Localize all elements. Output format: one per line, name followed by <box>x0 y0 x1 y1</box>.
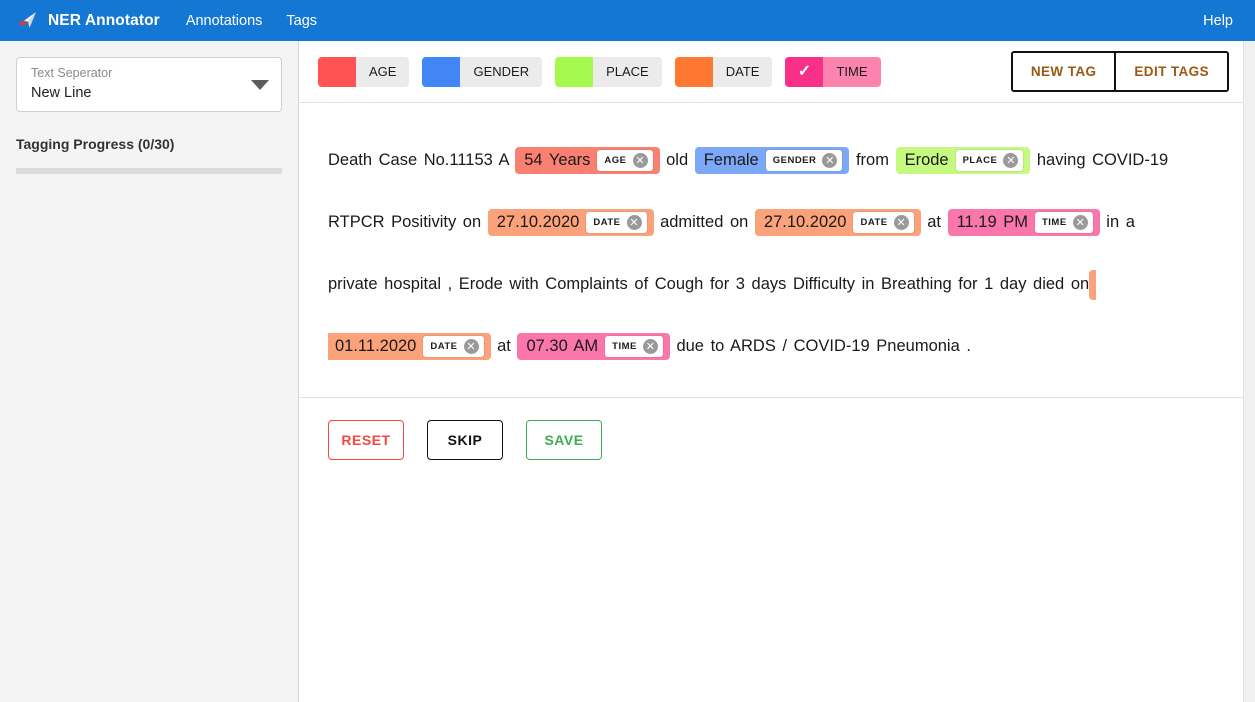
main-panel: AGE GENDER PLACE DATE ✓ TIME NEW TAG EDIT TAG… <box>300 41 1243 702</box>
nav-link-help[interactable]: Help <box>1203 13 1233 29</box>
save-button[interactable]: SAVE <box>526 420 602 460</box>
document-line: private hospital , Erode with Complaints… <box>328 253 1221 315</box>
entity-tag-label: DATE <box>430 341 457 352</box>
entity-text: 27.10.2020 <box>497 213 580 232</box>
tag-color-swatch <box>422 57 460 87</box>
plain-text-token[interactable]: old <box>660 151 695 169</box>
entity-gender[interactable]: Female GENDER ✕ <box>695 147 850 174</box>
tag-chip-age[interactable]: AGE <box>318 57 409 87</box>
entity-badge: DATE ✕ <box>853 212 913 233</box>
entity-remove-button[interactable]: ✕ <box>464 339 479 354</box>
document-line: RTPCR Positivity on 27.10.2020 DATE ✕ admi… <box>328 191 1221 253</box>
tag-chip-label: DATE <box>713 64 773 79</box>
entity-tag-label: PLACE <box>963 155 998 166</box>
check-icon: ✓ <box>798 64 811 80</box>
tag-chip-label: AGE <box>356 64 409 79</box>
tag-chip-label: GENDER <box>460 64 542 79</box>
entity-date[interactable]: 27.10.2020 DATE ✕ <box>755 209 921 236</box>
tag-legend-chips: AGE GENDER PLACE DATE ✓ TIME <box>318 57 894 87</box>
plain-text-token[interactable]: having COVID-19 <box>1030 151 1168 169</box>
reset-button[interactable]: RESET <box>328 420 404 460</box>
annotation-text-area[interactable]: Death Case No.11153 A 54 Years AGE ✕ old F… <box>300 103 1243 398</box>
entity-tag-label: GENDER <box>773 155 817 166</box>
tag-color-swatch: ✓ <box>785 57 823 87</box>
entity-text: 54 Years <box>524 151 590 170</box>
text-separator-select[interactable]: Text Seperator New Line <box>16 57 282 112</box>
app-brand-title: NER Annotator <box>48 12 160 30</box>
entity-fragment-date[interactable] <box>1089 270 1096 300</box>
plain-text-token[interactable]: due to ARDS / COVID-19 Pneumonia . <box>670 337 971 355</box>
document-line: 01.11.2020 DATE ✕ at 07.30 AM TIME ✕ due to … <box>328 315 1221 377</box>
entity-text: 27.10.2020 <box>764 213 847 232</box>
entity-place[interactable]: Erode PLACE ✕ <box>896 147 1031 174</box>
entity-age[interactable]: 54 Years AGE ✕ <box>515 147 659 174</box>
entity-time[interactable]: 07.30 AM TIME ✕ <box>517 333 669 360</box>
plain-text-token[interactable]: private hospital , Erode with Complaints… <box>328 275 1089 293</box>
entity-tag-label: AGE <box>604 155 626 166</box>
document-line: Death Case No.11153 A 54 Years AGE ✕ old F… <box>328 129 1221 191</box>
chevron-down-icon[interactable] <box>251 80 269 90</box>
entity-remove-button[interactable]: ✕ <box>1073 215 1088 230</box>
tag-chip-gender[interactable]: GENDER <box>422 57 542 87</box>
entity-badge: DATE ✕ <box>423 336 483 357</box>
entity-remove-button[interactable]: ✕ <box>1003 153 1018 168</box>
entity-tag-label: TIME <box>1042 217 1067 228</box>
new-tag-button[interactable]: NEW TAG <box>1013 53 1117 90</box>
entity-remove-button[interactable]: ✕ <box>643 339 658 354</box>
top-navbar: NER Annotator Annotations Tags Help <box>0 0 1255 41</box>
tag-color-swatch <box>318 57 356 87</box>
plain-text-token[interactable]: RTPCR Positivity on <box>328 213 488 231</box>
tag-chip-place[interactable]: PLACE <box>555 57 662 87</box>
tag-chip-label: TIME <box>823 64 880 79</box>
action-button-bar: RESET SKIP SAVE <box>300 398 1243 482</box>
tag-chip-time[interactable]: ✓ TIME <box>785 57 880 87</box>
entity-tag-label: DATE <box>593 217 620 228</box>
entity-badge: AGE ✕ <box>597 150 652 171</box>
plain-text-token[interactable]: Death Case No.11153 A <box>328 151 515 169</box>
tag-color-swatch <box>675 57 713 87</box>
plain-text-token[interactable]: at <box>921 213 948 231</box>
tag-button-group: NEW TAG EDIT TAGS <box>1011 51 1229 92</box>
tag-legend-bar: AGE GENDER PLACE DATE ✓ TIME NEW TAG EDIT TAG… <box>300 41 1243 103</box>
entity-time[interactable]: 11.19 PM TIME ✕ <box>948 209 1100 236</box>
vertical-scrollbar[interactable] <box>1243 41 1255 702</box>
entity-text: 07.30 AM <box>526 337 598 356</box>
entity-tag-label: TIME <box>612 341 637 352</box>
nav-link-annotations[interactable]: Annotations <box>186 13 263 29</box>
entity-remove-button[interactable]: ✕ <box>633 153 648 168</box>
plain-text-token[interactable]: in a <box>1100 213 1135 231</box>
entity-badge: TIME ✕ <box>605 336 663 357</box>
entity-badge: PLACE ✕ <box>956 150 1024 171</box>
entity-text: 11.19 PM <box>957 213 1028 232</box>
entity-text: 01.11.2020 <box>335 337 416 356</box>
text-separator-value: New Line <box>31 83 243 103</box>
entity-badge: TIME ✕ <box>1035 212 1093 233</box>
entity-tag-label: DATE <box>860 217 887 228</box>
entity-date[interactable]: 01.11.2020 DATE ✕ <box>328 333 491 360</box>
plain-text-token[interactable]: at <box>491 337 518 355</box>
paper-plane-icon <box>14 8 40 34</box>
entity-badge: DATE ✕ <box>586 212 646 233</box>
annotated-document[interactable]: Death Case No.11153 A 54 Years AGE ✕ old F… <box>328 129 1221 377</box>
entity-text: Erode <box>905 151 949 170</box>
tag-chip-label: PLACE <box>593 64 662 79</box>
nav-link-tags[interactable]: Tags <box>286 13 317 29</box>
entity-badge: GENDER ✕ <box>766 150 843 171</box>
entity-remove-button[interactable]: ✕ <box>822 153 837 168</box>
plain-text-token[interactable]: from <box>849 151 895 169</box>
left-sidebar: Text Seperator New Line Tagging Progress… <box>0 41 299 702</box>
entity-text: Female <box>704 151 759 170</box>
text-separator-label: Text Seperator <box>31 66 243 81</box>
tagging-progress-bar <box>16 168 282 174</box>
tag-color-swatch <box>555 57 593 87</box>
edit-tags-button[interactable]: EDIT TAGS <box>1116 53 1227 90</box>
plain-text-token[interactable]: admitted on <box>654 213 755 231</box>
tagging-progress-label: Tagging Progress (0/30) <box>16 136 282 152</box>
entity-date[interactable]: 27.10.2020 DATE ✕ <box>488 209 654 236</box>
skip-button[interactable]: SKIP <box>427 420 503 460</box>
entity-remove-button[interactable]: ✕ <box>627 215 642 230</box>
tag-chip-date[interactable]: DATE <box>675 57 773 87</box>
entity-remove-button[interactable]: ✕ <box>894 215 909 230</box>
